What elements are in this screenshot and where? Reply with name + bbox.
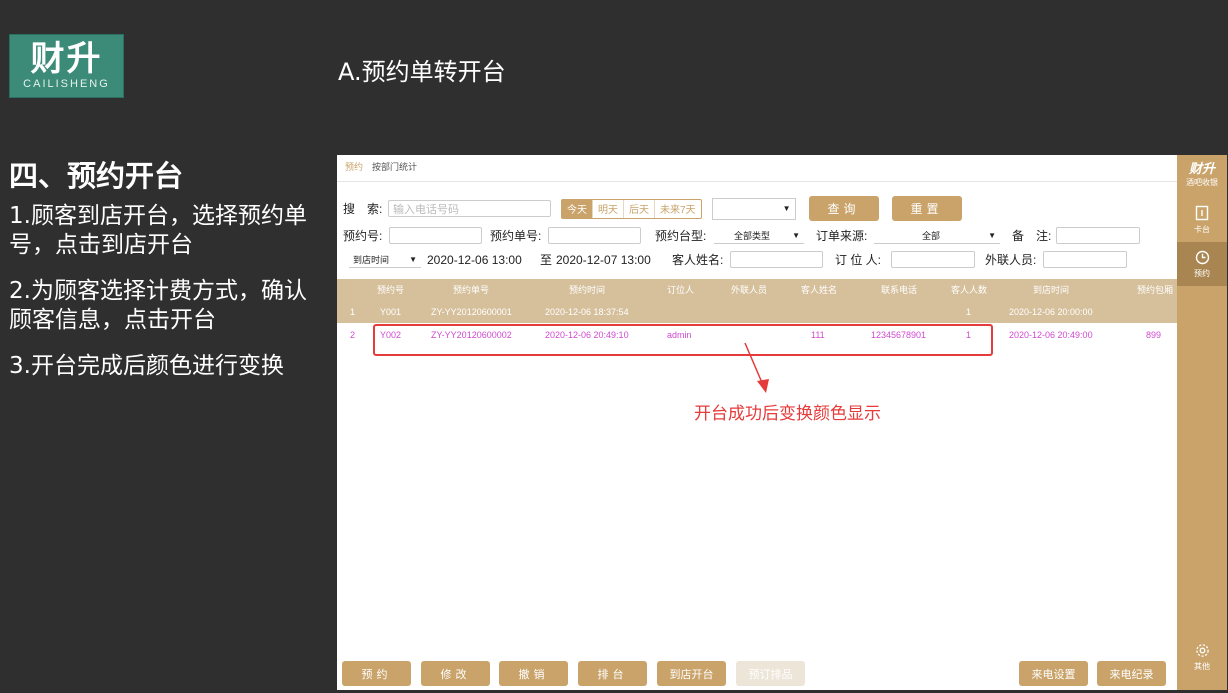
time-type-select[interactable]: 到店时间 ▼ bbox=[349, 252, 421, 268]
preorder-items-button[interactable]: 预订排品 bbox=[736, 661, 805, 686]
row-index: 2 bbox=[350, 329, 356, 340]
table-type-label: 预约台型: bbox=[655, 229, 707, 243]
note-input[interactable] bbox=[1056, 227, 1140, 244]
row-resv-time: 2020-12-06 18:37:54 bbox=[545, 306, 629, 317]
sidebar-item-table-card[interactable]: 卡台 bbox=[1177, 198, 1227, 242]
table-header: 预约号 预约单号 预约时间 订位人 外联人员 客人姓名 联系电话 客人人数 到店… bbox=[337, 279, 1177, 300]
date-to-label: 至 bbox=[540, 253, 553, 267]
col-resv-time: 预约时间 bbox=[569, 285, 606, 295]
logo-subtext: CAILISHENG bbox=[23, 78, 110, 90]
sidebar-brand-subtitle: 酒吧收银 bbox=[1186, 178, 1218, 187]
card-icon bbox=[1195, 205, 1209, 221]
edit-button[interactable]: 修改 bbox=[421, 661, 490, 686]
col-guest-name: 客人姓名 bbox=[801, 285, 838, 295]
guest-name-label: 客人姓名: bbox=[672, 253, 724, 267]
source-value: 全部 bbox=[922, 230, 941, 241]
resv-no-label: 预约号: bbox=[343, 229, 383, 243]
logo-text: 财升 bbox=[30, 39, 103, 79]
date-to-field[interactable]: 2020-12-07 13:00 bbox=[556, 253, 672, 267]
status-select[interactable]: ▼ bbox=[711, 197, 796, 220]
sidebar-item-label: 预约 bbox=[1194, 268, 1210, 278]
resv-order-label: 预约单号: bbox=[490, 229, 542, 243]
chevron-down-icon: ▼ bbox=[409, 254, 417, 264]
liaison-label: 外联人员: bbox=[985, 253, 1037, 267]
col-resv-no: 预约号 bbox=[377, 285, 405, 295]
right-sidebar: 财升 酒吧收银 卡台 预约 其他 bbox=[1177, 155, 1227, 690]
row-resv-order: ZY-YY20120600001 bbox=[431, 306, 512, 317]
tab-reservation[interactable]: 预约 bbox=[345, 160, 372, 181]
gear-icon bbox=[1195, 643, 1209, 657]
call-records-button[interactable]: 来电纪录 bbox=[1097, 661, 1166, 686]
col-liaison: 外联人员 bbox=[731, 285, 768, 295]
guest-name-input[interactable] bbox=[730, 251, 823, 268]
arrow-icon bbox=[744, 342, 769, 393]
chevron-down-icon: ▼ bbox=[792, 230, 800, 240]
table-type-value: 全部类型 bbox=[734, 230, 771, 241]
search-label: 搜 索: bbox=[343, 202, 383, 216]
date-from-field[interactable]: 2020-12-06 13:00 bbox=[427, 253, 536, 267]
assign-table-button[interactable]: 排台 bbox=[578, 661, 647, 686]
table-type-select[interactable]: 全部类型 ▼ bbox=[714, 228, 804, 244]
sidebar-item-label: 卡台 bbox=[1194, 225, 1210, 234]
row-guest-count: 1 bbox=[966, 306, 972, 317]
source-select[interactable]: 全部 ▼ bbox=[874, 228, 1000, 244]
note-label: 备 注: bbox=[1012, 229, 1052, 243]
instruction-step-2: 2.为顾客选择计费方式，确认顾客信息，点击开台 bbox=[9, 278, 307, 333]
col-arrive-time: 到店时间 bbox=[1033, 285, 1070, 295]
sidebar-brand: 财升 酒吧收银 bbox=[1177, 155, 1227, 189]
reserve-button[interactable]: 预约 bbox=[342, 661, 411, 686]
booker-input[interactable] bbox=[891, 251, 975, 268]
col-resv-order: 预约单号 bbox=[453, 285, 490, 295]
call-settings-button[interactable]: 来电设置 bbox=[1019, 661, 1088, 686]
arrive-open-button[interactable]: 到店开台 bbox=[657, 661, 726, 686]
instruction-step-3: 3.开台完成后颜色进行变换 bbox=[9, 353, 284, 379]
date-tomorrow-button[interactable]: 明天 bbox=[593, 199, 624, 218]
sidebar-item-reservation[interactable]: 预约 bbox=[1177, 242, 1227, 286]
date-quick-select: 今天 明天 后天 未来7天 bbox=[561, 198, 702, 219]
booker-label: 订 位 人: bbox=[835, 253, 882, 267]
instructions-heading: 四、预约开台 bbox=[9, 159, 184, 193]
resv-no-input[interactable] bbox=[389, 227, 482, 244]
row-resv-no: Y001 bbox=[380, 306, 402, 317]
row-index: 1 bbox=[350, 306, 356, 317]
table-row[interactable]: 1 Y001 ZY-YY20120600001 2020-12-06 18:37… bbox=[337, 300, 1177, 323]
query-button[interactable]: 查询 bbox=[808, 196, 879, 221]
source-label: 订单来源: bbox=[816, 229, 868, 243]
col-room: 预约包厢 bbox=[1137, 285, 1174, 295]
sidebar-brand-title: 财升 bbox=[1188, 161, 1215, 176]
row-arrive-time: 2020-12-06 20:00:00 bbox=[1009, 306, 1093, 317]
date-next-7-days-button[interactable]: 未来7天 bbox=[655, 200, 701, 218]
row-arrive-time: 2020-12-06 20:49:00 bbox=[1009, 329, 1093, 340]
app-window: 预约 按部门统计 搜 索: 输入电话号码 今天 明天 后天 未来7天 ▼ 查询 … bbox=[337, 155, 1177, 690]
instruction-step-1: 1.顾客到店开台，选择预约单号，点击到店开台 bbox=[9, 203, 307, 258]
liaison-input[interactable] bbox=[1043, 251, 1127, 268]
row-room: 899 bbox=[1146, 329, 1162, 340]
sidebar-item-label: 其他 bbox=[1194, 661, 1210, 671]
chevron-down-icon: ▼ bbox=[782, 204, 791, 213]
instructions-panel: 四、预约开台 1.顾客到店开台，选择预约单号，点击到店开台 2.为顾客选择计费方… bbox=[9, 156, 329, 398]
cancel-button[interactable]: 撤销 bbox=[499, 661, 568, 686]
tab-bar: 预约 按部门统计 bbox=[337, 155, 1177, 182]
brand-logo: 财升 CAILISHENG bbox=[9, 34, 124, 98]
tab-department-stats[interactable]: 按部门统计 bbox=[372, 160, 426, 181]
chevron-down-icon: ▼ bbox=[988, 230, 996, 240]
col-booker: 订位人 bbox=[667, 285, 695, 295]
phone-search-input[interactable]: 输入电话号码 bbox=[388, 200, 551, 217]
highlight-box bbox=[373, 324, 993, 356]
col-guest-count: 客人人数 bbox=[951, 285, 988, 295]
date-today-button[interactable]: 今天 bbox=[562, 199, 593, 218]
annotation-text: 开台成功后变换颜色显示 bbox=[694, 404, 881, 424]
time-type-value: 到店时间 bbox=[353, 254, 390, 265]
date-after-tomorrow-button[interactable]: 后天 bbox=[624, 199, 655, 218]
sidebar-item-other[interactable]: 其他 bbox=[1177, 635, 1227, 679]
resv-order-input[interactable] bbox=[548, 227, 641, 244]
reset-button[interactable]: 重置 bbox=[891, 196, 962, 221]
slide-title: A.预约单转开台 bbox=[338, 58, 506, 86]
clock-icon bbox=[1195, 250, 1209, 264]
col-phone: 联系电话 bbox=[881, 285, 918, 295]
